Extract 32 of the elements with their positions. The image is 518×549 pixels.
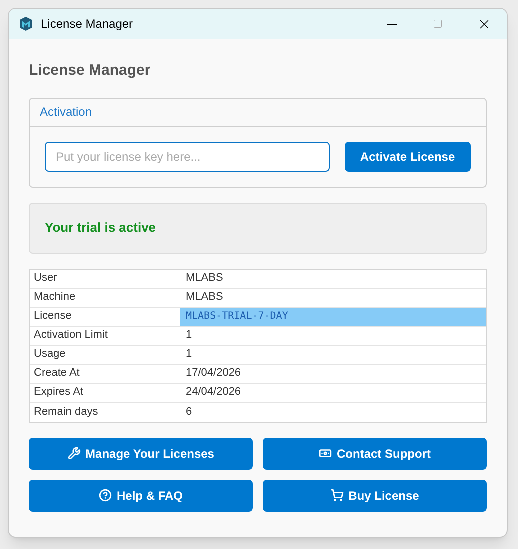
banknote-icon [319, 447, 332, 460]
table-cell-text: 1 [185, 347, 194, 362]
table-cell-text: MLABS [185, 290, 224, 306]
table-cell-text: Expires At [33, 385, 85, 400]
action-button[interactable]: Help & FAQ [29, 480, 253, 512]
panel-title: Activation [40, 104, 92, 121]
window-title: License Manager [41, 16, 134, 33]
action-button[interactable]: Manage Your Licenses [29, 438, 253, 470]
table-cell-text: 24/04/2026 [185, 385, 242, 400]
cart-icon [330, 489, 344, 502]
table-cell-text: Create At [33, 366, 81, 382]
table-cell-text: Activation Limit [33, 328, 109, 344]
table-cell-text: MLABS [185, 271, 224, 286]
table-cell-text: Machine [33, 290, 77, 306]
table-cell: MLABS-TRIAL-7-DAY [180, 308, 486, 326]
action-button[interactable]: Buy License [263, 480, 487, 512]
table-cell-text: 1 [185, 328, 194, 344]
table-cell-text: User [33, 271, 58, 286]
status-text: Your trial is active [45, 219, 156, 238]
action-button[interactable]: Contact Support [263, 438, 487, 470]
question-icon [98, 489, 112, 502]
cube-logo-icon [19, 17, 33, 31]
table-cell-text: 6 [185, 404, 194, 420]
table-cell-text: License [33, 309, 73, 324]
page-heading: License Manager [29, 61, 152, 81]
table-cell-text: 17/04/2026 [185, 366, 242, 382]
activate-button[interactable]: Activate License [344, 142, 471, 172]
maximize-icon [433, 19, 443, 29]
license-key-field[interactable]: Put your license key here... [45, 142, 330, 172]
table-cell-text: Remain days [33, 404, 100, 420]
table-cell-text: Usage [33, 347, 67, 362]
wrench-icon [68, 447, 81, 460]
